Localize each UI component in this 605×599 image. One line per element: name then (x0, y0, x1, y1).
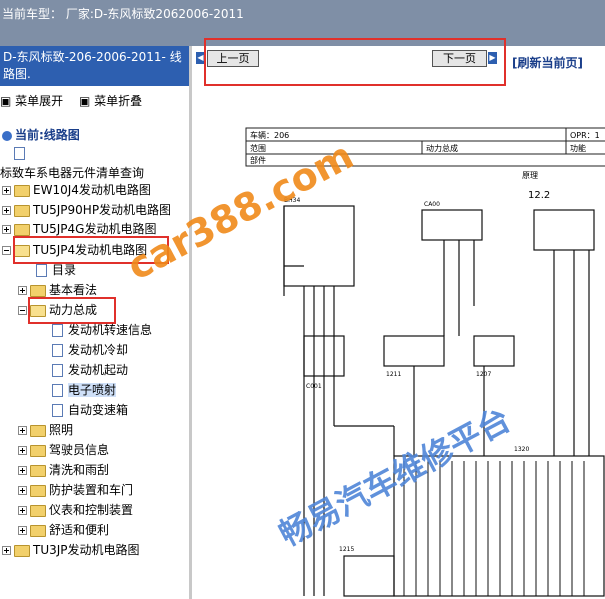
component-label: 1215 (339, 546, 354, 553)
tree-item-label: 发动机冷却 (68, 343, 129, 357)
document-icon (14, 147, 25, 160)
expand-icon[interactable] (2, 546, 11, 555)
collapse-icon[interactable] (2, 246, 11, 255)
expand-icon[interactable] (2, 225, 11, 234)
tree-item-label: 舒适和便利 (49, 523, 110, 537)
window-title: 当前车型： 厂家:D-东风标致2062006-2011 (2, 7, 244, 21)
current-location: 当前:线路图 (2, 126, 80, 144)
highlight-box (204, 38, 506, 86)
document-icon (52, 404, 63, 417)
folder-icon (30, 424, 46, 437)
sidebar-header: D-东风标致-206-2006-2011- 线路图. (0, 46, 189, 86)
tree-item-label: TU5JP4G发动机电路图 (33, 222, 157, 236)
expand-icon[interactable] (2, 186, 11, 195)
tree-item-comfort[interactable]: 舒适和便利 (18, 521, 109, 539)
tree-item-label: 仪表和控制装置 (49, 503, 134, 517)
folder-icon (30, 284, 46, 297)
document-icon (52, 324, 63, 337)
tree-item-tu3jp[interactable]: TU3JP发动机电路图 (2, 541, 140, 559)
menu-controls: ▣ 菜单展开 ▣ 菜单折叠 (0, 92, 154, 109)
folder-icon (30, 444, 46, 457)
main-content: ◀ 上一页 下一页 ▶ [刷新当前页] 车辆：206 OPR：1 范围 动力总成… (192, 46, 605, 599)
folder-icon (14, 204, 30, 217)
tree-item-protection-doors[interactable]: 防护装置和车门 (18, 481, 133, 499)
document-icon (36, 264, 47, 277)
document-icon (52, 344, 63, 357)
tree-item-engine-start[interactable]: 发动机起动 (52, 361, 128, 379)
section-label: 原理 (522, 171, 538, 180)
document-icon (52, 384, 63, 397)
document-icon (52, 364, 63, 377)
header-opr: OPR：1 (570, 131, 600, 140)
tree-item-label: TU5JP90HP发动机电路图 (33, 203, 172, 217)
header-part: 部件 (250, 155, 266, 165)
tree-item-parts-list[interactable]: 标致车系电器元件清单查询 (0, 164, 144, 182)
tree-item-contents[interactable]: 目录 (36, 261, 76, 279)
diagram-number: 12.2 (528, 190, 550, 201)
tree-item-engine-cooling[interactable]: 发动机冷却 (52, 341, 128, 359)
component-label: C001 (306, 383, 322, 390)
component-label: CA00 (424, 201, 440, 208)
tree-item-label: 防护装置和车门 (49, 483, 134, 497)
tree-item-label: 标致车系电器元件清单查询 (0, 166, 145, 180)
header-scope: 范围 (250, 143, 266, 153)
folder-icon (30, 464, 46, 477)
folder-icon (14, 544, 30, 557)
folder-icon (14, 184, 30, 197)
tree-item-label: EW10J4发动机电路图 (33, 183, 151, 197)
expand-icon[interactable] (18, 286, 27, 295)
component-label: 1320 (514, 446, 529, 453)
collapse-icon[interactable] (18, 306, 27, 315)
menu-collapse-button[interactable]: ▣ 菜单折叠 (79, 94, 148, 108)
expand-icon[interactable] (2, 206, 11, 215)
tree-item-label: 发动机起动 (68, 363, 129, 377)
tree-item-engine-speed[interactable]: 发动机转速信息 (52, 321, 152, 339)
location-icon (2, 130, 12, 141)
tree-item-driver-info[interactable]: 驾驶员信息 (18, 441, 109, 459)
tree-item-electronic-injection[interactable]: 电子喷射 (52, 381, 117, 399)
expand-icon[interactable] (18, 526, 27, 535)
tree-item-label: 照明 (49, 423, 74, 437)
tree-item-auto-transmission[interactable]: 自动变速箱 (52, 401, 128, 419)
highlight-box (28, 297, 116, 324)
component-label: 1207 (476, 371, 491, 378)
folder-icon (30, 504, 46, 517)
refresh-page-link[interactable]: [刷新当前页] (512, 54, 583, 71)
tree-root-doc[interactable] (14, 144, 30, 162)
expand-icon[interactable] (18, 426, 27, 435)
tree-item-label: 电子喷射 (68, 383, 117, 397)
header-group: 动力总成 (426, 143, 458, 153)
tree-item-lighting[interactable]: 照明 (18, 421, 73, 439)
expand-icon[interactable] (18, 506, 27, 515)
expand-icon[interactable] (18, 446, 27, 455)
tree-item-instruments[interactable]: 仪表和控制装置 (18, 501, 133, 519)
tree-item-label: 目录 (52, 263, 77, 277)
tree-item-label: 驾驶员信息 (49, 443, 110, 457)
tree-item-label: 发动机转速信息 (68, 323, 153, 337)
tree-item-label: 自动变速箱 (68, 403, 129, 417)
folder-icon (30, 484, 46, 497)
component-label: 1211 (386, 371, 401, 378)
tree-item-label: 基本看法 (49, 283, 98, 297)
expand-icon[interactable] (18, 466, 27, 475)
header-vehicle: 车辆：206 (250, 130, 289, 140)
folder-icon (30, 524, 46, 537)
tree-item-wash-wipe[interactable]: 清洗和雨刮 (18, 461, 109, 479)
tree-item-label: TU3JP发动机电路图 (33, 543, 140, 557)
tree-item-ew10j4[interactable]: EW10J4发动机电路图 (2, 181, 151, 199)
folder-icon (14, 223, 30, 236)
menu-expand-button[interactable]: ▣ 菜单展开 (0, 94, 69, 108)
tree-item-tu5jp90hp[interactable]: TU5JP90HP发动机电路图 (2, 201, 171, 219)
expand-icon[interactable] (18, 486, 27, 495)
current-location-label: 当前:线路图 (15, 128, 80, 142)
tree-item-label: 清洗和雨刮 (49, 463, 110, 477)
header-function: 功能 (570, 143, 586, 153)
